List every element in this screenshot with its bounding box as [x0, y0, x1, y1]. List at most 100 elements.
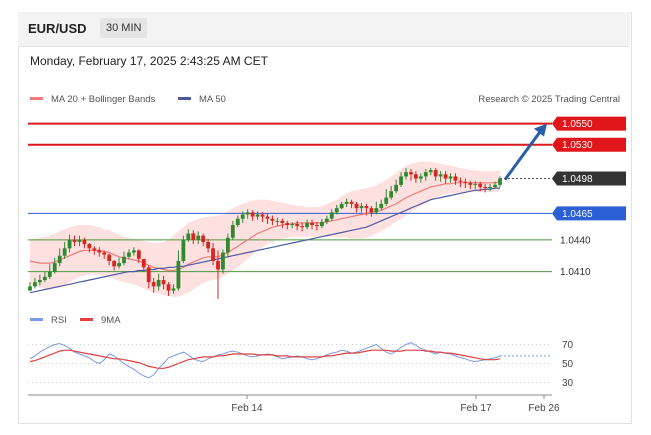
resistance-level-label: 1.0530 — [552, 137, 626, 152]
candle-body — [389, 191, 394, 198]
candle-body — [72, 239, 77, 242]
candle-body — [374, 208, 379, 213]
candle-body — [413, 174, 418, 179]
candle-body — [127, 252, 131, 257]
candle-body — [270, 218, 275, 221]
level-label-text: 1.0465 — [562, 209, 593, 220]
candle-body — [339, 203, 344, 209]
rsi-ma-line — [29, 349, 501, 369]
candle-body — [334, 208, 339, 213]
forecast-arrow — [503, 123, 547, 181]
candle-body — [87, 244, 92, 249]
candle-body — [191, 233, 196, 240]
candle-body — [433, 170, 438, 177]
candle-body — [67, 239, 72, 249]
candle-body — [166, 284, 171, 291]
forecast-arrow-shaft — [503, 129, 543, 181]
copyright-text: Research © 2025 Trading Central — [478, 94, 620, 105]
candle-body — [458, 180, 463, 182]
candle-body — [369, 208, 374, 213]
candle-body — [324, 218, 329, 222]
candle-body — [92, 248, 97, 251]
candle-body — [225, 237, 230, 253]
candle-body — [295, 224, 300, 227]
candle-body — [250, 212, 255, 217]
candle-body — [280, 220, 285, 223]
candle-body — [102, 252, 107, 255]
level-label-text: 1.0530 — [562, 140, 593, 151]
level-labels: 1.0550 1.0530 1.0498 1.0465 1.0440 1.0410 — [552, 116, 626, 278]
candle-body — [448, 176, 453, 179]
rsi-legend-swatch — [30, 318, 43, 321]
candle-body — [473, 183, 478, 185]
candle-body — [468, 182, 473, 185]
candle-body — [305, 222, 309, 228]
candle-body — [97, 250, 102, 253]
forecast-arrow-head — [534, 123, 547, 137]
candle-body — [349, 201, 354, 204]
candle-body — [201, 235, 206, 242]
candle-body — [404, 172, 408, 177]
rsi-tick-label: 70 — [562, 340, 574, 351]
candle-body — [82, 239, 87, 245]
candle-body — [265, 216, 270, 219]
candle-body — [384, 197, 389, 204]
candle-body — [493, 184, 497, 187]
candle-body — [57, 255, 62, 264]
candle-body — [255, 214, 260, 217]
time-axis: Feb 14 Feb 17 Feb 26 — [28, 394, 560, 414]
candle-body — [221, 252, 225, 270]
ma50-legend-swatch — [178, 97, 191, 100]
candle-body — [62, 248, 67, 256]
candle-body — [438, 174, 443, 177]
candle-body — [156, 280, 161, 287]
time-tick-label: Feb 14 — [231, 403, 263, 414]
candle-body — [488, 187, 493, 189]
legend-rsi-ma: 9MA — [80, 315, 121, 326]
ma50-legend-label: MA 50 — [199, 94, 226, 105]
candle-body — [478, 183, 483, 187]
candle-body — [483, 187, 488, 189]
candle-body — [211, 248, 215, 261]
time-tick-label: Feb 26 — [528, 403, 560, 414]
candle-body — [122, 256, 126, 264]
candle-body — [136, 250, 141, 259]
candle-body — [37, 280, 42, 283]
rsi-panel: 70 50 30 — [28, 340, 574, 389]
candle-body — [42, 276, 47, 281]
candle-body — [428, 170, 433, 173]
candle-body — [181, 239, 186, 261]
candle-body — [399, 176, 403, 185]
support-level-label: 1.0410 — [560, 267, 591, 278]
candle-body — [47, 271, 52, 277]
current-level-label: 1.0498 — [552, 171, 626, 186]
rsi-ma-legend-swatch — [80, 318, 93, 321]
legend-ma50: MA 50 — [178, 94, 226, 105]
candle-body — [117, 263, 121, 267]
candle-body — [230, 225, 235, 238]
candle-body — [453, 176, 458, 181]
candle-body — [315, 225, 319, 227]
candle-body — [394, 184, 399, 192]
time-tick-label: Feb 17 — [460, 403, 492, 414]
candle-body — [319, 221, 324, 227]
price-chart: MA 20 + Bollinger Bands MA 50 Research ©… — [28, 94, 626, 414]
legend-ma20: MA 20 + Bollinger Bands — [30, 94, 156, 105]
candle-body — [151, 282, 156, 287]
support-level-label: 1.0440 — [560, 235, 591, 246]
candle-body — [285, 222, 290, 226]
candle-body — [176, 261, 181, 289]
resistance-level-label: 1.0550 — [552, 116, 626, 131]
candle-body — [409, 172, 413, 175]
candle-body — [240, 214, 245, 219]
candle-body — [290, 224, 295, 226]
candle-body — [443, 174, 448, 179]
level-label-text: 1.0440 — [560, 235, 591, 246]
ma20-legend-label: MA 20 + Bollinger Bands — [51, 94, 156, 105]
candle-body — [344, 201, 349, 204]
candle-body — [498, 178, 502, 185]
candle-body — [310, 222, 314, 226]
candle-body — [28, 286, 32, 291]
candle-body — [141, 258, 146, 268]
candle-body — [300, 226, 305, 228]
